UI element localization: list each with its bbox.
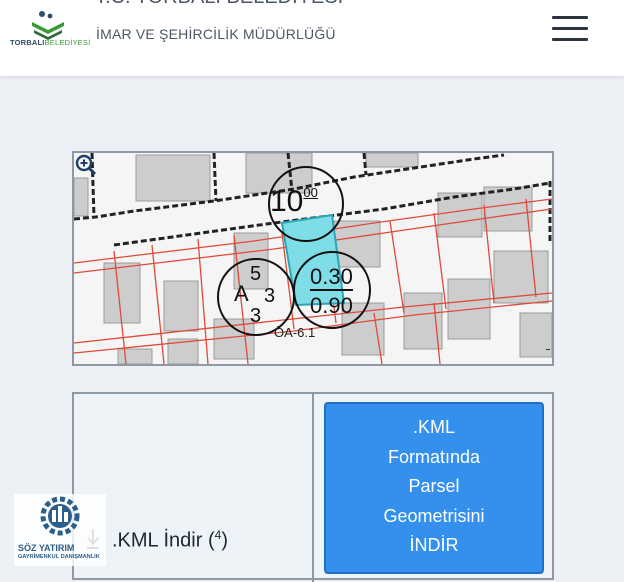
kml-button-line: Parsel (408, 476, 460, 496)
map-label-plan-code: ÖA-6.1 (274, 325, 316, 340)
kml-button-line: Geometrisini (383, 505, 485, 526)
map-label-zone: A (234, 281, 249, 306)
kml-download-link[interactable]: .KML İndir (4) (74, 520, 310, 560)
watermark-name: SÖZ YATIRIM (18, 543, 75, 553)
panel-divider (312, 394, 314, 582)
gear-city-icon (40, 496, 80, 536)
download-panel: .KML İndir (4) .KML Formatında Parsel Ge… (72, 392, 554, 582)
watermark-logo: SÖZ YATIRIM GAYRİMENKUL DANIŞMANLIK (14, 494, 106, 566)
hamburger-menu-icon[interactable] (552, 16, 590, 42)
logo-text: TORBALIBELEDİYESİ (10, 38, 91, 47)
kml-button-line: İNDİR (409, 535, 459, 555)
municipality-title: T.C. TORBALI BELEDİYESİ (95, 0, 343, 9)
map-label-floors-mid: 3 (264, 285, 276, 307)
zoom-in-icon[interactable] (74, 153, 98, 177)
parcel-map[interactable]: 1000 A 5 3 3 0.30 0.90 ÖA-6.1 (72, 151, 554, 366)
map-label-ratio-bottom: 0.90 (310, 293, 353, 318)
map-label-block: 1000 (270, 185, 318, 218)
watermark-subtitle: GAYRİMENKUL DANIŞMANLIK (18, 554, 100, 560)
header-bar: TORBALIBELEDİYESİ T.C. TORBALI BELEDİYES… (0, 0, 624, 76)
map-label-floors-top: 5 (250, 263, 262, 285)
kml-download-label: .KML İndir (4) (112, 528, 228, 552)
department-title: İMAR VE ŞEHİRCİLİK MÜDÜRLÜĞÜ (96, 26, 336, 42)
map-edge-tick (546, 349, 550, 350)
kml-button-line: Formatında (387, 446, 481, 467)
kml-geometry-download-button[interactable]: .KML Formatında Parsel Geometrisini İNDİ… (324, 402, 544, 574)
map-label-ratio-top: 0.30 (310, 264, 353, 291)
kml-button-line: .KML (412, 417, 455, 437)
map-label-floors-bottom: 3 (250, 305, 262, 327)
